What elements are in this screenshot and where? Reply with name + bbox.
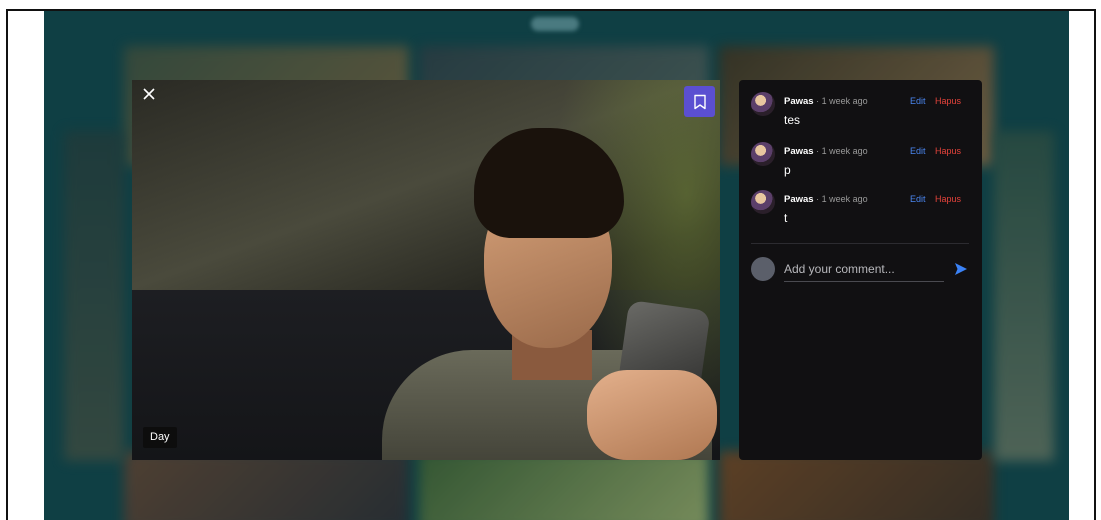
close-button[interactable] bbox=[140, 86, 158, 104]
send-icon bbox=[955, 263, 967, 275]
bookmark-button[interactable] bbox=[684, 86, 715, 117]
comment-text: t bbox=[784, 211, 788, 225]
comment-item: Pawas · 1 week ago Edit Hapus t bbox=[751, 188, 975, 232]
delete-comment-button[interactable]: Hapus bbox=[935, 96, 961, 106]
blurred-gallery-tile bbox=[419, 451, 709, 520]
comment-time: · 1 week ago bbox=[813, 146, 868, 156]
comment-time: · 1 week ago bbox=[813, 194, 868, 204]
edit-comment-button[interactable]: Edit bbox=[910, 96, 926, 106]
avatar bbox=[751, 92, 775, 116]
photo-hands bbox=[587, 370, 717, 460]
current-user-avatar bbox=[751, 257, 775, 281]
blurred-header-chip bbox=[531, 17, 579, 31]
comment-meta: Pawas · 1 week ago bbox=[784, 96, 868, 107]
comment-item: Pawas · 1 week ago Edit Hapus p bbox=[751, 140, 975, 184]
photo-viewer-image bbox=[132, 80, 720, 460]
blurred-gallery-tile bbox=[994, 131, 1054, 461]
blurred-gallery-tile bbox=[64, 131, 124, 461]
comment-time: · 1 week ago bbox=[813, 96, 868, 106]
send-comment-button[interactable] bbox=[953, 261, 969, 277]
comment-text: p bbox=[784, 163, 791, 177]
close-icon bbox=[143, 88, 155, 100]
avatar bbox=[751, 142, 775, 166]
comment-author: Pawas bbox=[784, 146, 814, 157]
avatar bbox=[751, 190, 775, 214]
blurred-gallery-tile bbox=[719, 451, 994, 520]
edit-comment-button[interactable]: Edit bbox=[910, 194, 926, 204]
comment-meta: Pawas · 1 week ago bbox=[784, 194, 868, 205]
comment-item: Pawas · 1 week ago Edit Hapus tes bbox=[751, 90, 975, 134]
bookmark-icon bbox=[693, 94, 706, 109]
delete-comment-button[interactable]: Hapus bbox=[935, 194, 961, 204]
comment-input[interactable] bbox=[784, 257, 944, 282]
blurred-gallery-tile bbox=[124, 451, 409, 520]
comment-text: tes bbox=[784, 113, 801, 127]
comments-divider bbox=[751, 243, 969, 244]
photo-tag: Day bbox=[143, 427, 177, 448]
comment-author: Pawas bbox=[784, 194, 814, 205]
edit-comment-button[interactable]: Edit bbox=[910, 146, 926, 156]
delete-comment-button[interactable]: Hapus bbox=[935, 146, 961, 156]
comment-author: Pawas bbox=[784, 96, 814, 107]
comments-panel: Pawas · 1 week ago Edit Hapus tes Pawas … bbox=[739, 80, 982, 460]
comment-meta: Pawas · 1 week ago bbox=[784, 146, 868, 157]
